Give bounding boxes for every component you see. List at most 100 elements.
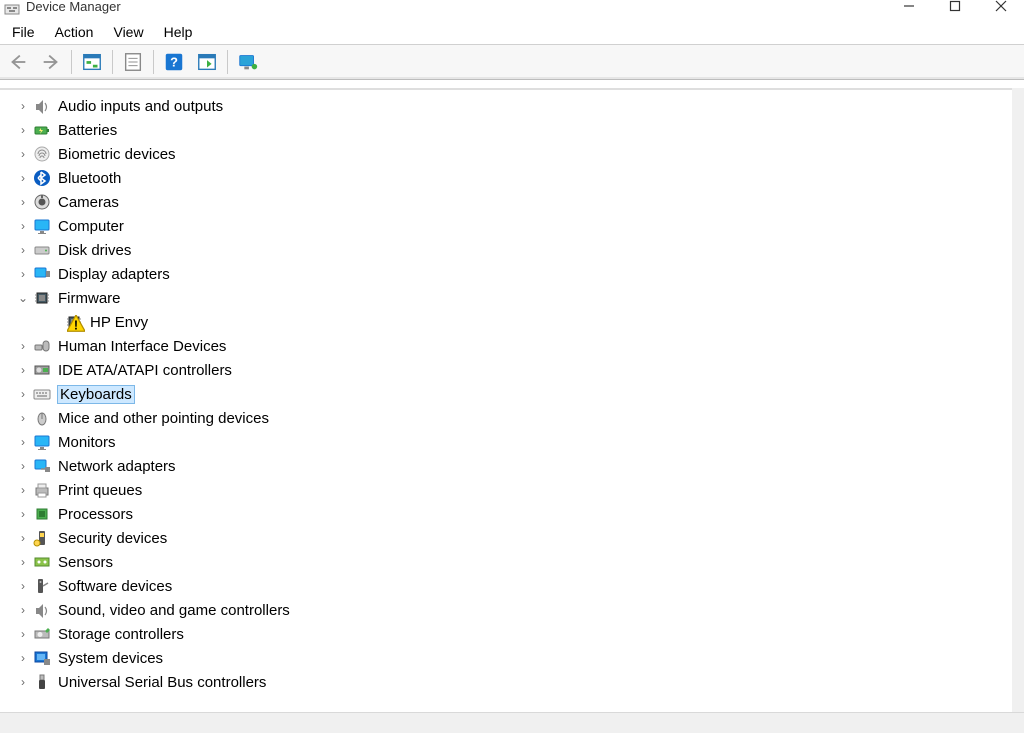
expand-toggle[interactable]: ›: [16, 627, 30, 641]
expand-toggle[interactable]: ›: [16, 507, 30, 521]
tree-item-label: IDE ATA/ATAPI controllers: [58, 362, 232, 379]
tree-item-system-devices[interactable]: › System devices: [16, 646, 1012, 670]
expand-toggle[interactable]: ›: [16, 171, 30, 185]
expand-toggle[interactable]: ›: [16, 483, 30, 497]
expand-toggle[interactable]: ›: [16, 147, 30, 161]
tree-item-cameras[interactable]: ›Cameras: [16, 190, 1012, 214]
expand-toggle[interactable]: ›: [16, 219, 30, 233]
tree-item-label: Human Interface Devices: [58, 338, 226, 355]
tree-item-biometric-devices[interactable]: ›Biometric devices: [16, 142, 1012, 166]
bluetooth-icon: [32, 168, 52, 188]
expand-toggle[interactable]: ›: [16, 267, 30, 281]
tree-item-label: Keyboards: [58, 386, 134, 403]
camera-icon: [32, 192, 52, 212]
devices-and-printers-button[interactable]: [232, 47, 264, 77]
storage-icon: [32, 624, 52, 644]
tree-item-label: Audio inputs and outputs: [58, 98, 223, 115]
expand-toggle[interactable]: ›: [16, 363, 30, 377]
expand-toggle[interactable]: ›: [16, 459, 30, 473]
tree-item-processors[interactable]: ›Processors: [16, 502, 1012, 526]
minimize-button[interactable]: [886, 0, 932, 16]
fingerprint-icon: [32, 144, 52, 164]
chip-icon: [32, 288, 52, 308]
tree-item-firmware-hp-envy[interactable]: › HP Envy: [16, 310, 1012, 334]
tree-item-computer[interactable]: › Computer: [16, 214, 1012, 238]
tree-item-label: Monitors: [58, 434, 116, 451]
device-tree: › Audio inputs and outputs ›Batteries›Biom…: [0, 90, 1012, 698]
tree-item-ide-controllers[interactable]: › IDE ATA/ATAPI controllers: [16, 358, 1012, 382]
tree-item-label: Computer: [58, 218, 124, 235]
window-title: Device Manager: [26, 0, 121, 14]
expand-toggle[interactable]: ›: [16, 99, 30, 113]
expand-toggle[interactable]: ›: [16, 555, 30, 569]
menu-view[interactable]: View: [103, 22, 153, 42]
title-bar: Device Manager: [0, 0, 1024, 20]
expand-toggle[interactable]: ›: [16, 579, 30, 593]
maximize-button[interactable]: [932, 0, 978, 16]
expand-toggle[interactable]: ›: [16, 651, 30, 665]
menu-help[interactable]: Help: [154, 22, 203, 42]
tree-item-firmware[interactable]: ⌄Firmware: [16, 286, 1012, 310]
keyboard-icon: [32, 384, 52, 404]
ide-icon: [32, 360, 52, 380]
device-tree-panel[interactable]: › Audio inputs and outputs ›Batteries›Biom…: [0, 88, 1012, 713]
expand-toggle[interactable]: ›: [16, 195, 30, 209]
tree-item-label: Mice and other pointing devices: [58, 410, 269, 427]
scan-hardware-button[interactable]: [191, 47, 223, 77]
speaker-icon: [32, 600, 52, 620]
expand-toggle[interactable]: ⌄: [16, 291, 30, 305]
expand-toggle[interactable]: ›: [16, 603, 30, 617]
expand-toggle[interactable]: ›: [16, 531, 30, 545]
expand-toggle[interactable]: ›: [16, 387, 30, 401]
toolbar-separator: [227, 50, 228, 74]
expand-toggle[interactable]: ›: [16, 243, 30, 257]
back-button[interactable]: [2, 47, 34, 77]
help-button[interactable]: ?: [158, 47, 190, 77]
tree-item-monitors[interactable]: › Monitors: [16, 430, 1012, 454]
expand-toggle[interactable]: ›: [16, 675, 30, 689]
tree-item-label: Sensors: [58, 554, 113, 571]
tree-item-storage-controllers[interactable]: ›Storage controllers: [16, 622, 1012, 646]
close-button[interactable]: [978, 0, 1024, 16]
tree-item-display-adapters[interactable]: › Display adapters: [16, 262, 1012, 286]
expand-toggle[interactable]: ›: [16, 411, 30, 425]
vertical-scrollbar[interactable]: [1012, 88, 1024, 713]
menu-file[interactable]: File: [2, 22, 45, 42]
tree-item-security-devices[interactable]: › Security devices: [16, 526, 1012, 550]
toolbar: ?: [0, 45, 1024, 80]
disk-icon: [32, 240, 52, 260]
status-bar: [0, 712, 1024, 733]
mouse-icon: [32, 408, 52, 428]
toolbar-separator: [153, 50, 154, 74]
tree-item-label: Security devices: [58, 530, 167, 547]
tree-item-label: Print queues: [58, 482, 142, 499]
tree-item-label: System devices: [58, 650, 163, 667]
speaker-icon: [32, 96, 52, 116]
tree-item-label: HP Envy: [90, 314, 148, 331]
tree-item-print-queues[interactable]: › Print queues: [16, 478, 1012, 502]
chip-icon: [64, 312, 84, 332]
tree-item-mice[interactable]: › Mice and other pointing devices: [16, 406, 1012, 430]
expand-toggle[interactable]: ›: [16, 339, 30, 353]
tree-item-software-devices[interactable]: ›Software devices: [16, 574, 1012, 598]
tree-item-disk-drives[interactable]: ›Disk drives: [16, 238, 1012, 262]
show-hide-tree-button[interactable]: [76, 47, 108, 77]
printer-icon: [32, 480, 52, 500]
expand-toggle[interactable]: ›: [16, 123, 30, 137]
tree-item-bluetooth[interactable]: ›Bluetooth: [16, 166, 1012, 190]
hid-icon: [32, 336, 52, 356]
tree-item-sensors[interactable]: › Sensors: [16, 550, 1012, 574]
tree-item-keyboards[interactable]: › Keyboards: [16, 382, 1012, 406]
tree-item-network-adapters[interactable]: ›Network adapters: [16, 454, 1012, 478]
tree-item-audio-devices[interactable]: › Audio inputs and outputs: [16, 94, 1012, 118]
tree-item-batteries[interactable]: ›Batteries: [16, 118, 1012, 142]
tree-item-usb-controllers[interactable]: ›Universal Serial Bus controllers: [16, 670, 1012, 694]
tree-item-hid[interactable]: › Human Interface Devices: [16, 334, 1012, 358]
menu-action[interactable]: Action: [45, 22, 104, 42]
forward-button[interactable]: [35, 47, 67, 77]
expand-toggle[interactable]: ›: [16, 435, 30, 449]
properties-button[interactable]: [117, 47, 149, 77]
app-icon: [4, 2, 20, 18]
tree-item-label: Display adapters: [58, 266, 170, 283]
tree-item-sound-video-game[interactable]: ›Sound, video and game controllers: [16, 598, 1012, 622]
